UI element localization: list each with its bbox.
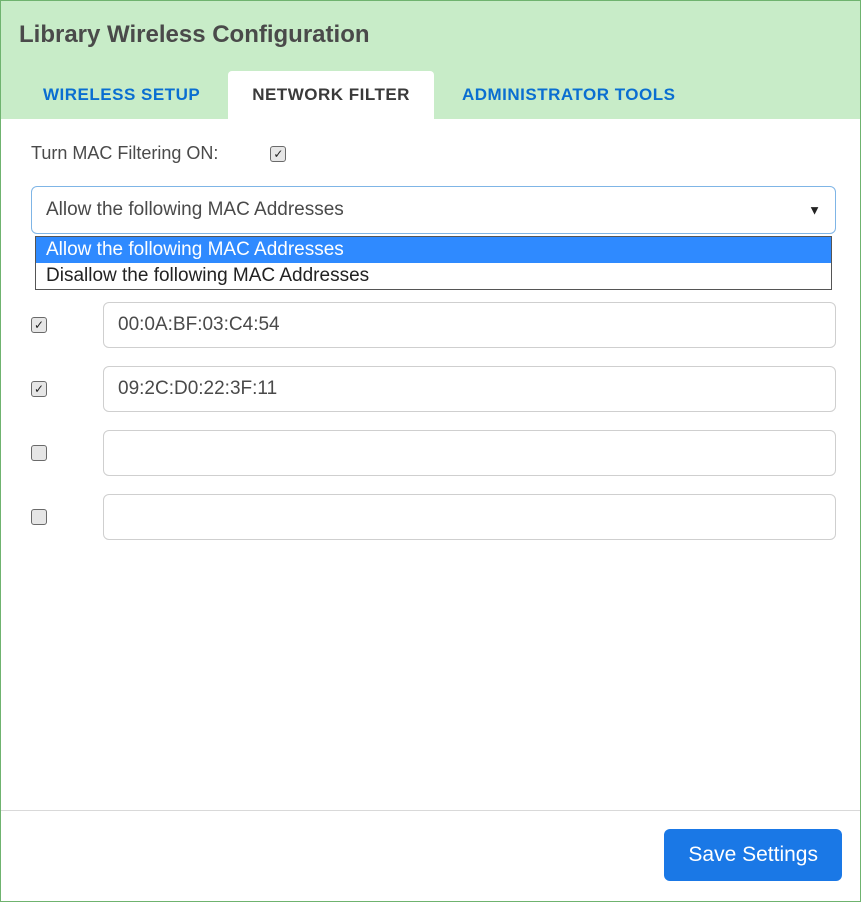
mac-row: [31, 302, 836, 348]
mac-row-checkbox[interactable]: [31, 445, 47, 461]
mode-select-dropdown: Allow the following MAC Addresses Disall…: [35, 236, 832, 290]
mac-address-input[interactable]: [103, 302, 836, 348]
mac-row: [31, 366, 836, 412]
footer-bar: Save Settings: [1, 810, 860, 901]
mac-filtering-label: Turn MAC Filtering ON:: [31, 143, 218, 164]
page-title: Library Wireless Configuration: [1, 1, 860, 71]
mode-select-value: Allow the following MAC Addresses: [46, 199, 344, 220]
mode-option-disallow[interactable]: Disallow the following MAC Addresses: [36, 263, 831, 289]
mode-select-wrap: Allow the following MAC Addresses ▼ Allo…: [31, 186, 836, 234]
mac-row-checkbox[interactable]: [31, 509, 47, 525]
tab-strip: WIRELESS SETUP NETWORK FILTER ADMINISTRA…: [1, 71, 860, 119]
mac-address-input[interactable]: [103, 430, 836, 476]
mac-row-checkbox[interactable]: [31, 317, 47, 333]
mac-address-input[interactable]: [103, 366, 836, 412]
content-area: Turn MAC Filtering ON: Allow the followi…: [1, 119, 860, 810]
chevron-down-icon: ▼: [808, 203, 821, 218]
mac-row: [31, 430, 836, 476]
mac-filtering-checkbox[interactable]: [270, 146, 286, 162]
mac-row: [31, 494, 836, 540]
tab-network-filter[interactable]: NETWORK FILTER: [228, 71, 434, 119]
mac-address-input[interactable]: [103, 494, 836, 540]
mode-option-allow[interactable]: Allow the following MAC Addresses: [36, 237, 831, 263]
mode-select[interactable]: Allow the following MAC Addresses ▼: [31, 186, 836, 234]
mac-row-checkbox[interactable]: [31, 381, 47, 397]
save-settings-button[interactable]: Save Settings: [664, 829, 842, 881]
tab-admin-tools[interactable]: ADMINISTRATOR TOOLS: [438, 71, 700, 119]
tab-wireless-setup[interactable]: WIRELESS SETUP: [19, 71, 224, 119]
config-window: Library Wireless Configuration WIRELESS …: [0, 0, 861, 902]
header-band: Library Wireless Configuration WIRELESS …: [1, 1, 860, 119]
mac-filtering-toggle-row: Turn MAC Filtering ON:: [31, 143, 836, 164]
mac-address-list: [31, 302, 836, 540]
